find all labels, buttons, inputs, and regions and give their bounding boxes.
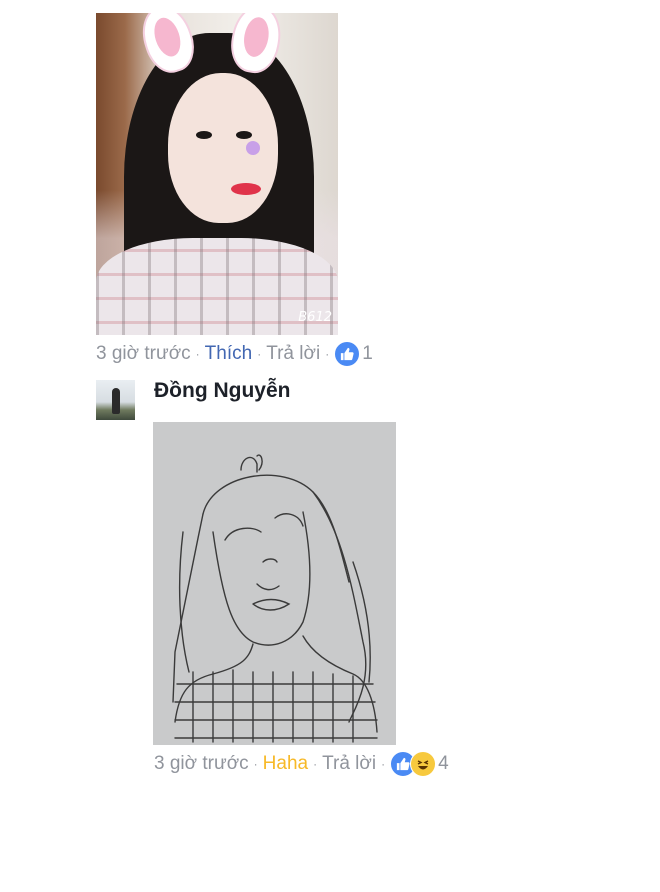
separator-dot: ·	[253, 757, 258, 771]
separator-dot: ·	[313, 757, 318, 771]
pencil-sketch-drawing	[172, 454, 378, 743]
comment-timestamp[interactable]: 3 giờ trước	[96, 343, 191, 365]
haha-icon[interactable]	[410, 751, 437, 777]
comment-meta-row: 3 giờ trước · Haha · Trả lời · 4	[154, 751, 449, 777]
separator-dot: ·	[257, 347, 262, 361]
photo-eye	[236, 131, 252, 139]
comment-photo-sketch[interactable]	[153, 422, 396, 745]
reply-button[interactable]: Trả lời	[266, 343, 320, 365]
photo-lips	[231, 183, 261, 195]
comment-timestamp[interactable]: 3 giờ trước	[154, 753, 249, 775]
comment-author-name[interactable]: Đồng Nguyễn	[154, 379, 291, 403]
like-button[interactable]: Thích	[205, 343, 253, 365]
reaction-count[interactable]: 4	[438, 753, 449, 775]
photo-face	[168, 73, 278, 223]
comment-photo-selfie[interactable]: B612	[96, 13, 338, 335]
avatar[interactable]	[96, 380, 135, 420]
avatar-person	[112, 388, 120, 414]
separator-dot: ·	[195, 347, 200, 361]
separator-dot: ·	[325, 347, 330, 361]
haha-reaction-button[interactable]: Haha	[263, 753, 308, 775]
like-icon[interactable]	[334, 341, 361, 367]
separator-dot: ·	[381, 757, 386, 771]
reply-button[interactable]: Trả lời	[322, 753, 376, 775]
photo-watermark: B612	[298, 310, 332, 325]
bunny-nose-sticker	[246, 141, 260, 155]
photo-eye	[196, 131, 212, 139]
reaction-count[interactable]: 1	[362, 343, 373, 365]
comment-meta-row: 3 giờ trước · Thích · Trả lời · 1	[96, 341, 373, 367]
